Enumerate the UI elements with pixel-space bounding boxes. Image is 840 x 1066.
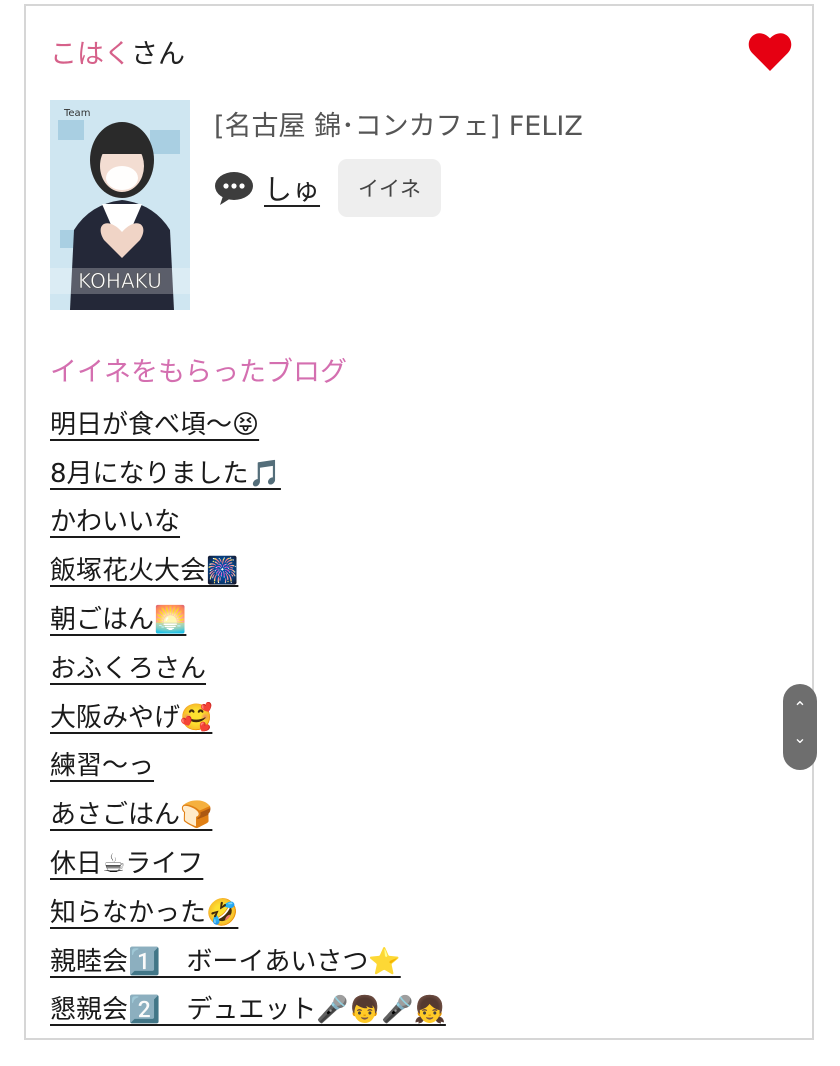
favorite-card: こはくさん Team KOHAKU [名古屋 錦･コンカフェ] FELIZ しゅ…: [24, 4, 814, 1040]
profile-photo[interactable]: Team KOHAKU: [50, 100, 190, 310]
blog-link[interactable]: 練習〜っ: [50, 745, 154, 782]
photo-caption: KOHAKU: [78, 269, 162, 293]
list-item: 大阪みやげ🥰: [50, 691, 446, 740]
list-item: 懇親会2️⃣ デュエット🎤👦🎤👧: [50, 984, 446, 1033]
list-item: 明日が食べ頃〜😝: [50, 398, 446, 447]
name-suffix: さん: [131, 39, 185, 70]
list-item: おふくろさん: [50, 642, 446, 691]
list-item: 知らなかった🤣: [50, 886, 446, 935]
blog-link[interactable]: 朝ごはん🌅: [50, 599, 186, 636]
card-header: こはくさん: [50, 32, 185, 71]
blog-link[interactable]: おふくろさん: [50, 648, 206, 685]
staff-link[interactable]: しゅ: [264, 168, 320, 208]
list-item: 休日☕ライフ: [50, 837, 446, 886]
scroll-up-icon[interactable]: ⌃: [783, 698, 817, 717]
list-item: かわいいな: [50, 496, 446, 545]
list-item: 親睦会1️⃣ ボーイあいさつ⭐: [50, 935, 446, 984]
section-title: イイネをもらったブログ: [50, 357, 347, 388]
comment-row: しゅ イイネ: [214, 159, 442, 217]
scroll-down-icon[interactable]: ⌄: [783, 728, 817, 747]
blog-link[interactable]: 懇親会2️⃣ デュエット🎤👦🎤👧: [50, 989, 446, 1026]
list-item: 練習〜っ: [50, 740, 446, 789]
blog-link[interactable]: 休日☕ライフ: [50, 843, 203, 880]
girl-name[interactable]: こはく: [50, 39, 131, 70]
list-item: 朝ごはん🌅: [50, 593, 446, 642]
shop-name[interactable]: [名古屋 錦･コンカフェ] FELIZ: [214, 104, 583, 143]
blog-link[interactable]: 知らなかった🤣: [50, 892, 238, 929]
photo-logo: Team: [63, 108, 90, 119]
comment-icon: [215, 172, 253, 205]
blog-link[interactable]: 8月になりました🎵: [50, 453, 281, 490]
blog-link[interactable]: かわいいな: [50, 501, 180, 538]
heart-icon[interactable]: [746, 28, 794, 76]
blog-link[interactable]: 親睦会1️⃣ ボーイあいさつ⭐: [50, 941, 401, 978]
blog-link[interactable]: あさごはん🍞: [50, 794, 212, 831]
blog-list: 明日が食べ頃〜😝 8月になりました🎵 かわいいな 飯塚花火大会🎆 朝ごはん🌅 お…: [50, 398, 446, 1032]
blog-link[interactable]: 明日が食べ頃〜😝: [50, 404, 259, 441]
blog-link[interactable]: 大阪みやげ🥰: [50, 697, 212, 734]
list-item: あさごはん🍞: [50, 788, 446, 837]
like-button[interactable]: イイネ: [338, 159, 442, 217]
list-item: 飯塚花火大会🎆: [50, 544, 446, 593]
list-item: 8月になりました🎵: [50, 447, 446, 496]
blog-link[interactable]: 飯塚花火大会🎆: [50, 550, 238, 587]
scroll-control[interactable]: ⌃ ⌄: [783, 684, 817, 770]
